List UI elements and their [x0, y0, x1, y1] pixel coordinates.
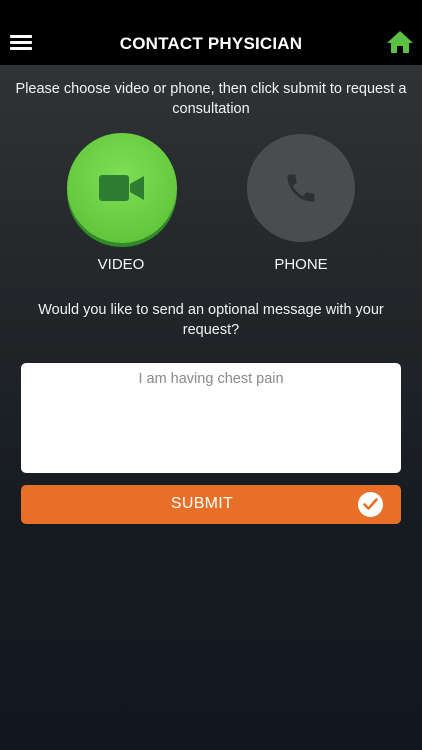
submit-button-label: SUBMIT — [170, 495, 234, 512]
phone-option-label: PHONE — [274, 256, 328, 273]
instruction-text: Please choose video or phone, then click… — [15, 81, 407, 117]
page-title: CONTACT PHYSICIAN — [119, 34, 303, 53]
message-input[interactable] — [21, 363, 401, 473]
video-option-button[interactable] — [67, 133, 177, 243]
home-icon[interactable] — [386, 30, 414, 54]
top-bar: CONTACT PHYSICIAN — [0, 0, 422, 65]
phone-option-button[interactable] — [247, 134, 355, 242]
submit-button[interactable]: SUBMIT — [21, 485, 401, 524]
phone-handset-icon — [287, 174, 315, 202]
checkmark-circle-icon — [358, 492, 383, 517]
optional-message-prompt: Would you like to send an optional messa… — [38, 302, 384, 338]
video-option-label: VIDEO — [97, 256, 145, 273]
video-camera-icon — [99, 175, 144, 201]
